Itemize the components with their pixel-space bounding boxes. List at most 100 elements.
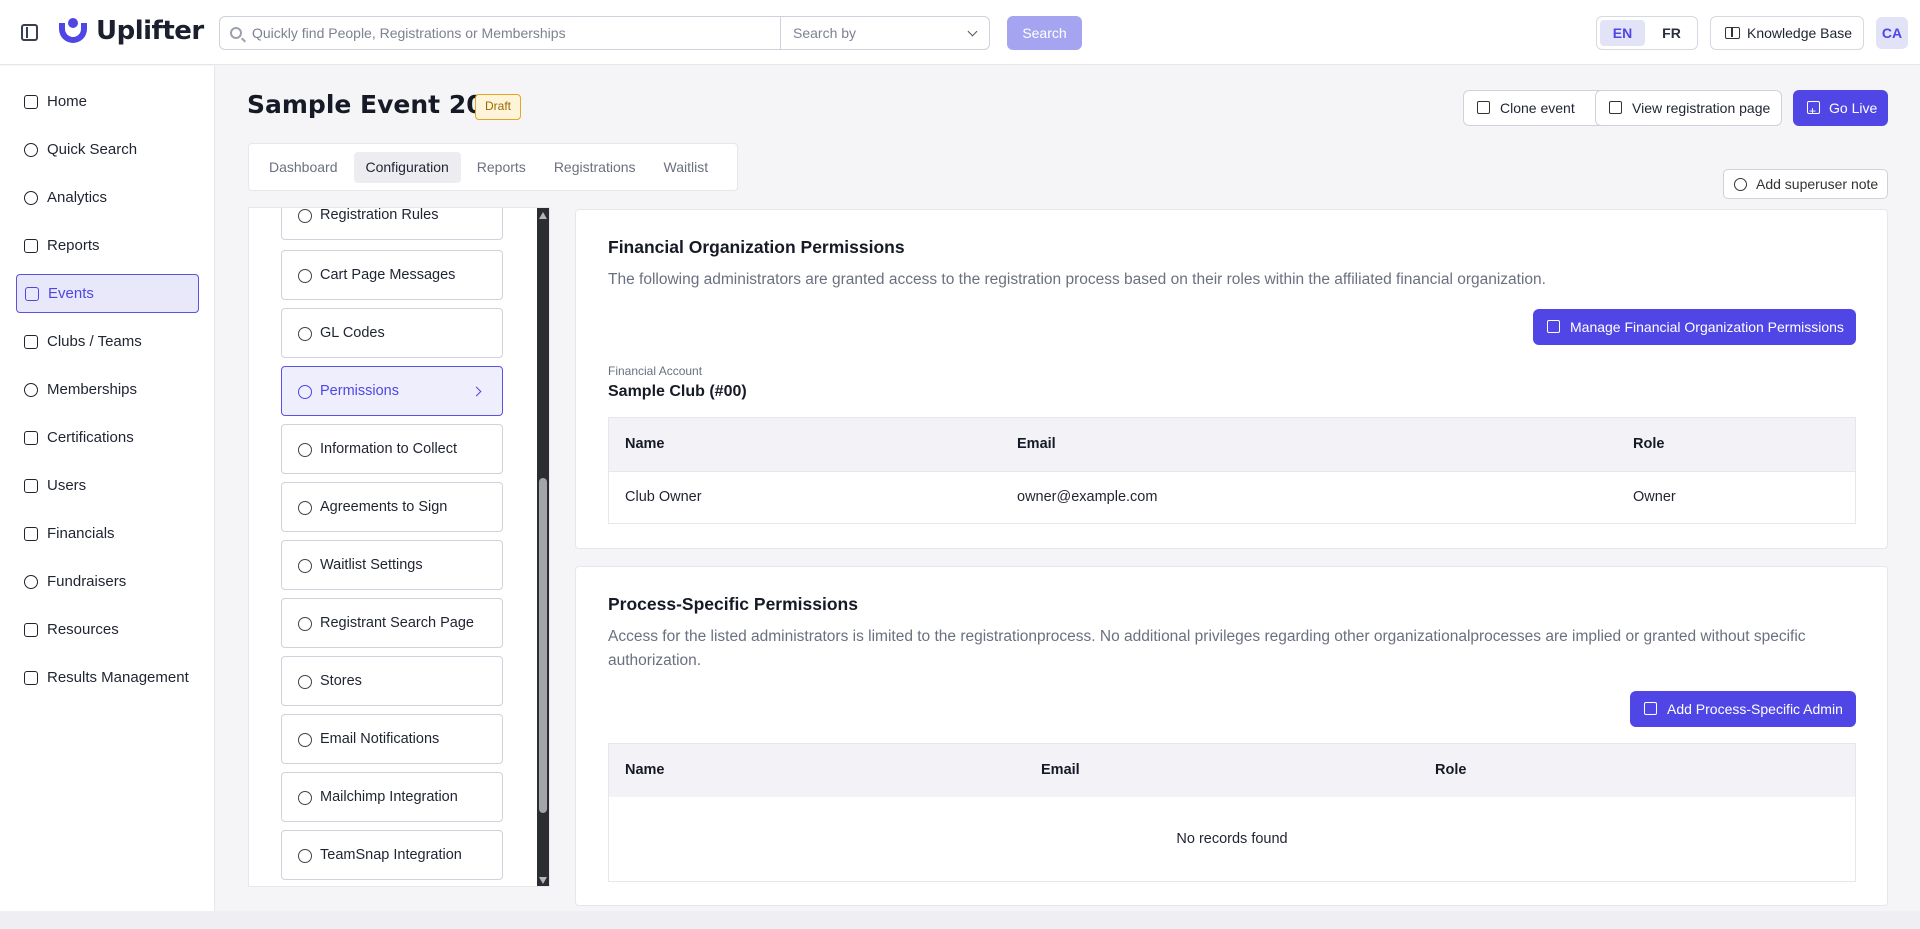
radio-icon <box>298 443 312 457</box>
manage-financial-permissions-button[interactable]: Manage Financial Organization Permission… <box>1533 309 1856 345</box>
tab-dashboard[interactable]: Dashboard <box>257 152 350 183</box>
config-item-teamsnap-integration[interactable]: TeamSnap Integration <box>281 830 503 880</box>
config-item-registrant-search-page[interactable]: Registrant Search Page <box>281 598 503 648</box>
config-item-label: Registration Rules <box>320 207 439 223</box>
config-item-label: Information to Collect <box>320 441 458 457</box>
sidebar-item-label: Fundraisers <box>47 573 127 590</box>
radio-icon <box>298 559 312 573</box>
config-item-stores[interactable]: Stores <box>281 656 503 706</box>
chevron-right-icon <box>471 386 482 397</box>
sidebar-item-certifications[interactable]: Certifications <box>16 418 199 457</box>
search-icon <box>230 27 242 39</box>
config-item-permissions[interactable]: Permissions <box>281 366 503 416</box>
sidebar-item-users[interactable]: Users <box>16 466 199 505</box>
sidebar-item-memberships[interactable]: Memberships <box>16 370 199 409</box>
config-scrollbar[interactable] <box>537 208 549 886</box>
sidebar-item-label: Results Management <box>47 669 189 686</box>
book-icon <box>24 622 38 637</box>
table-header: Name Email Role <box>609 744 1855 797</box>
config-item-registration-rules[interactable]: Registration Rules <box>281 207 503 240</box>
search-by-select[interactable]: Search by <box>780 17 990 49</box>
tab-registrations[interactable]: Registrations <box>542 152 648 183</box>
status-badge: Draft <box>475 94 521 120</box>
config-item-label: Agreements to Sign <box>320 499 448 515</box>
financial-account-label: Financial Account <box>608 364 703 378</box>
config-item-email-notifications[interactable]: Email Notifications <box>281 714 503 764</box>
sidebar-item-label: Home <box>47 93 88 110</box>
page-footer-strip <box>0 911 1920 929</box>
sidebar-item-results-management[interactable]: Results Management <box>16 658 199 697</box>
sidebar-item-events[interactable]: Events <box>16 274 199 313</box>
sidebar-item-reports[interactable]: Reports <box>16 226 199 265</box>
sidebar-item-resources[interactable]: Resources <box>16 610 199 649</box>
tab-waitlist[interactable]: Waitlist <box>652 152 721 183</box>
sidebar-item-label: Analytics <box>47 189 108 206</box>
bar-chart-icon <box>24 670 38 685</box>
language-fr[interactable]: FR <box>1649 20 1694 46</box>
config-item-label: Email Notifications <box>320 731 440 747</box>
radio-icon <box>298 617 312 631</box>
process-permissions-title: Process-Specific Permissions <box>608 594 858 614</box>
plus-square-icon <box>1644 702 1657 715</box>
user-avatar[interactable]: CA <box>1876 17 1908 49</box>
sidebar-item-label: Resources <box>47 621 119 638</box>
sidebar-item-home[interactable]: Home <box>16 82 199 121</box>
sidebar-toggle-icon[interactable] <box>21 24 38 41</box>
uplifter-logo[interactable]: Uplifter <box>58 16 204 46</box>
config-item-information-to-collect[interactable]: Information to Collect <box>281 424 503 474</box>
sidebar-item-quick-search[interactable]: Quick Search <box>16 130 199 169</box>
config-item-label: Stores <box>320 673 362 689</box>
external-link-icon <box>1547 320 1560 333</box>
financial-permissions-card: Financial Organization Permissions The f… <box>575 209 1888 549</box>
sidebar-item-fundraisers[interactable]: Fundraisers <box>16 562 199 601</box>
uplifter-logo-icon <box>58 18 88 44</box>
sidebar-item-label: Financials <box>47 525 115 542</box>
financial-permissions-title: Financial Organization Permissions <box>608 237 905 257</box>
language-en[interactable]: EN <box>1600 20 1645 46</box>
config-item-label: Cart Page Messages <box>320 267 456 283</box>
scroll-down-icon[interactable] <box>539 877 547 884</box>
config-item-agreements-to-sign[interactable]: Agreements to Sign <box>281 482 503 532</box>
sidebar-item-label: Events <box>48 285 94 302</box>
tab-reports[interactable]: Reports <box>465 152 538 183</box>
sidebar-item-financials[interactable]: Financials <box>16 514 199 553</box>
search-button[interactable]: Search <box>1007 16 1082 50</box>
empty-state: No records found <box>1176 831 1288 847</box>
scroll-up-icon[interactable] <box>539 212 547 219</box>
view-registration-label: View registration page <box>1632 100 1771 116</box>
sidebar-item-label: Reports <box>47 237 100 254</box>
config-item-gl-codes[interactable]: GL Codes <box>281 308 503 358</box>
search-by-label: Search by <box>793 25 857 41</box>
graduation-cap-icon <box>24 430 38 445</box>
table-header: Name Email Role <box>609 418 1855 471</box>
sidebar-item-label: Certifications <box>47 429 134 446</box>
manage-financial-permissions-label: Manage Financial Organization Permission… <box>1570 319 1844 335</box>
copy-icon <box>1477 101 1490 114</box>
plus-square-icon <box>1807 93 1820 129</box>
language-switcher: EN FR <box>1596 16 1698 50</box>
hand-coin-icon <box>24 574 38 589</box>
radio-icon <box>298 849 312 863</box>
view-registration-page-button[interactable]: View registration page <box>1595 90 1782 126</box>
add-note-icon <box>1734 178 1747 191</box>
users-icon <box>24 382 38 397</box>
scroll-thumb[interactable] <box>539 478 547 813</box>
sidebar-item-analytics[interactable]: Analytics <box>16 178 199 217</box>
go-live-button[interactable]: Go Live <box>1793 90 1888 129</box>
config-item-mailchimp-integration[interactable]: Mailchimp Integration <box>281 772 503 822</box>
config-item-label: Registrant Search Page <box>320 615 474 631</box>
config-item-waitlist-settings[interactable]: Waitlist Settings <box>281 540 503 590</box>
config-item-cart-page-messages[interactable]: Cart Page Messages <box>281 250 503 300</box>
search-input[interactable] <box>252 17 672 49</box>
add-superuser-note-button[interactable]: Add superuser note <box>1723 169 1888 199</box>
sidebar-item-label: Users <box>47 477 87 494</box>
radio-icon <box>298 209 312 223</box>
tab-configuration[interactable]: Configuration <box>353 152 461 183</box>
column-email: Email <box>1041 762 1080 778</box>
config-item-label: TeamSnap Integration <box>320 847 462 863</box>
knowledge-base-button[interactable]: Knowledge Base <box>1710 16 1864 50</box>
config-item-label: Permissions <box>320 383 399 399</box>
radio-icon <box>298 327 312 341</box>
add-process-specific-admin-button[interactable]: Add Process-Specific Admin <box>1630 691 1856 727</box>
sidebar-item-clubs-teams[interactable]: Clubs / Teams <box>16 322 199 361</box>
